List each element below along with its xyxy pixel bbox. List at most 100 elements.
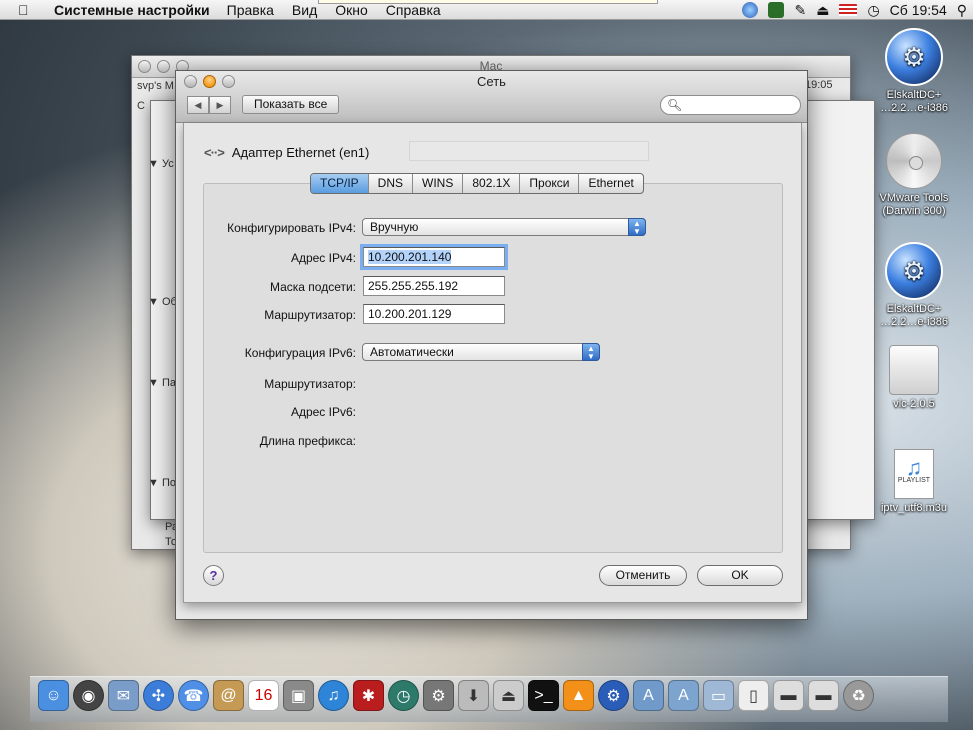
desktop-icon-elskaltdc-1[interactable]: ⚙ ElskaltDC+ …2.2…e-i386 — [864, 28, 964, 115]
ethernet-icon: <··> — [204, 145, 225, 160]
time-machine-dock-icon[interactable]: ◷ — [388, 680, 419, 711]
input-flag-icon[interactable] — [839, 4, 858, 16]
subnet-value: 255.255.255.192 — [368, 279, 459, 293]
desktop-icon-vlc[interactable]: vlc-2.0.5 — [864, 345, 964, 411]
window-minimized-icon-2[interactable]: ▬ — [808, 680, 839, 711]
ical-icon[interactable]: 16 — [248, 680, 279, 711]
ipv4-address-value: 10.200.201.140 — [368, 250, 452, 264]
router-value: 10.200.201.129 — [368, 307, 452, 321]
ipv6-config-value: Автоматически — [370, 345, 454, 359]
show-all-button[interactable]: Показать все — [242, 95, 340, 114]
tab-bar: TCP/IP DNS WINS 802.1X Прокси Ethernet — [310, 173, 644, 194]
adapter-header: <··> Адаптер Ethernet (en1) — [204, 145, 369, 160]
safari-icon[interactable]: ✣ — [143, 680, 174, 711]
router-field[interactable]: 10.200.201.129 — [363, 304, 505, 324]
desktop-icon-vmware-tools[interactable]: VMware Tools (Darwin 300) — [864, 133, 964, 218]
tab-8021x[interactable]: 802.1X — [462, 174, 519, 193]
ipv6-config-select[interactable]: Автоматически ▲ ▼ — [362, 343, 600, 361]
desktop-icon-iptv[interactable]: ♫ PLAYLIST iptv_utf8.m3u — [864, 449, 964, 515]
bg-label-c: C — [137, 100, 145, 112]
elskaltdc-icon: ⚙ — [885, 28, 943, 86]
itunes-icon[interactable]: ♫ — [318, 680, 349, 711]
trash-icon[interactable]: ♻ — [843, 680, 874, 711]
desktop-icon-label: …2.2…e-i386 — [880, 316, 948, 328]
desktop-icon-label: ElskaltDC+ — [886, 303, 942, 315]
ipv4-address-field[interactable]: 10.200.201.140 — [363, 247, 505, 267]
desktop-icon-label: iptv_utf8.m3u — [880, 502, 948, 514]
tab-dns[interactable]: DNS — [367, 174, 412, 193]
terminal-icon[interactable]: >_ — [528, 680, 559, 711]
address-book-icon[interactable]: @ — [213, 680, 244, 711]
help-button[interactable]: ? — [203, 565, 224, 586]
desktop-icon-label: vlc-2.0.5 — [893, 398, 935, 410]
documents-folder-icon[interactable]: A — [668, 680, 699, 711]
ipv4-address-label: Адрес IPv4: — [290, 251, 356, 265]
ipv4-config-select[interactable]: Вручную ▲ ▼ — [362, 218, 646, 236]
downloads-folder-icon[interactable]: ▭ — [703, 680, 734, 711]
elskaltdc-dock-icon[interactable]: ⚙ — [598, 680, 629, 711]
window-title: Сеть — [477, 74, 506, 89]
forward-button[interactable]: ▶ — [209, 96, 231, 114]
tab-ethernet[interactable]: Ethernet — [578, 174, 642, 193]
activity-monitor-icon[interactable] — [768, 2, 785, 18]
menu-app-name[interactable]: Системные настройки — [42, 2, 210, 18]
back-button[interactable]: ◀ — [187, 96, 209, 114]
nav-buttons: ◀ ▶ — [187, 96, 231, 114]
photo-booth-icon[interactable]: ✱ — [353, 680, 384, 711]
tab-proxies[interactable]: Прокси — [519, 174, 578, 193]
tab-panel — [203, 183, 783, 553]
router-label: Маршрутизатор: — [264, 308, 356, 322]
disk-image-icon — [889, 345, 939, 395]
ipv4-config-label: Конфигурировать IPv4: — [227, 221, 356, 235]
ok-button[interactable]: OK — [697, 565, 783, 586]
menu-bar:  Системные настройки Правка Вид Окно Сп… — [0, 0, 973, 20]
desktop-icon-label: (Darwin 300) — [882, 205, 946, 217]
window-minimized-icon[interactable]: ▬ — [773, 680, 804, 711]
elskaltdc-icon: ⚙ — [885, 242, 943, 300]
tab-wins[interactable]: WINS — [412, 174, 462, 193]
ipv6-address-label: Адрес IPv6: — [290, 405, 356, 419]
menu-extras: ✎ ⏏ ◷ Сб 19:54 ⚲ — [742, 0, 967, 20]
applications-folder-icon[interactable]: A — [633, 680, 664, 711]
bg-label-pa: ▼ Па — [148, 377, 176, 389]
mail-icon[interactable]: ✉ — [108, 680, 139, 711]
menu-clock[interactable]: Сб 19:54 — [890, 2, 947, 18]
ipv6-router-label: Маршрутизатор: — [264, 377, 356, 391]
ipv4-config-value: Вручную — [370, 220, 419, 234]
bg-label-ob: ▼ Об — [148, 296, 177, 308]
playlist-file-icon: ♫ PLAYLIST — [894, 449, 934, 499]
cancel-button[interactable]: Отменить — [599, 565, 687, 586]
ichat-icon[interactable]: ☎ — [178, 680, 209, 711]
installer-icon[interactable]: ⬇ — [458, 680, 489, 711]
script-icon[interactable]: ✎ — [794, 2, 806, 19]
search-field[interactable]: 🔍︎ — [660, 95, 801, 115]
background-window-clock: 19:05 — [805, 79, 833, 91]
apple-menu-icon[interactable]:  — [18, 2, 42, 18]
network-status-icon[interactable] — [742, 2, 759, 18]
subnet-label: Маска подсети: — [269, 280, 356, 294]
finder-icon[interactable]: ☺ — [38, 680, 69, 711]
time-machine-icon[interactable]: ◷ — [867, 2, 879, 19]
dock-items: ☺ ◉ ✉ ✣ ☎ @ 16 ▣ ♫ ✱ ◷ ⚙ ⬇ ⏏ >_ ▲ ⚙ A A … — [38, 680, 874, 711]
ghost-location-popup — [409, 141, 649, 161]
cd-icon — [886, 133, 942, 189]
preview-icon[interactable]: ▣ — [283, 680, 314, 711]
spotlight-icon[interactable]: ⚲ — [957, 2, 967, 19]
subnet-field[interactable]: 255.255.255.192 — [363, 276, 505, 296]
playlist-badge: PLAYLIST — [897, 477, 931, 484]
document-icon[interactable]: ▯ — [738, 680, 769, 711]
dashboard-icon[interactable]: ◉ — [73, 680, 104, 711]
system-preferences-icon[interactable]: ⚙ — [423, 680, 454, 711]
menu-edit[interactable]: Правка — [218, 2, 283, 18]
adapter-label: Адаптер Ethernet (en1) — [231, 145, 370, 160]
eject-icon[interactable]: ⏏ — [816, 2, 829, 19]
desktop-icon-elskaltdc-2[interactable]: ⚙ ElskaltDC+ …2.2…e-i386 — [864, 242, 964, 329]
tab-tcpip[interactable]: TCP/IP — [311, 174, 368, 193]
vlc-dock-icon[interactable]: ▲ — [563, 680, 594, 711]
search-icon: 🔍︎ — [667, 98, 683, 112]
ejector-icon[interactable]: ⏏ — [493, 680, 524, 711]
desktop-icon-label: …2.2…e-i386 — [880, 102, 948, 114]
popup-arrows-icon: ▲ ▼ — [628, 218, 646, 236]
desktop-icon-label: VMware Tools — [879, 192, 949, 204]
ipv6-config-label: Конфигурация IPv6: — [244, 346, 356, 360]
